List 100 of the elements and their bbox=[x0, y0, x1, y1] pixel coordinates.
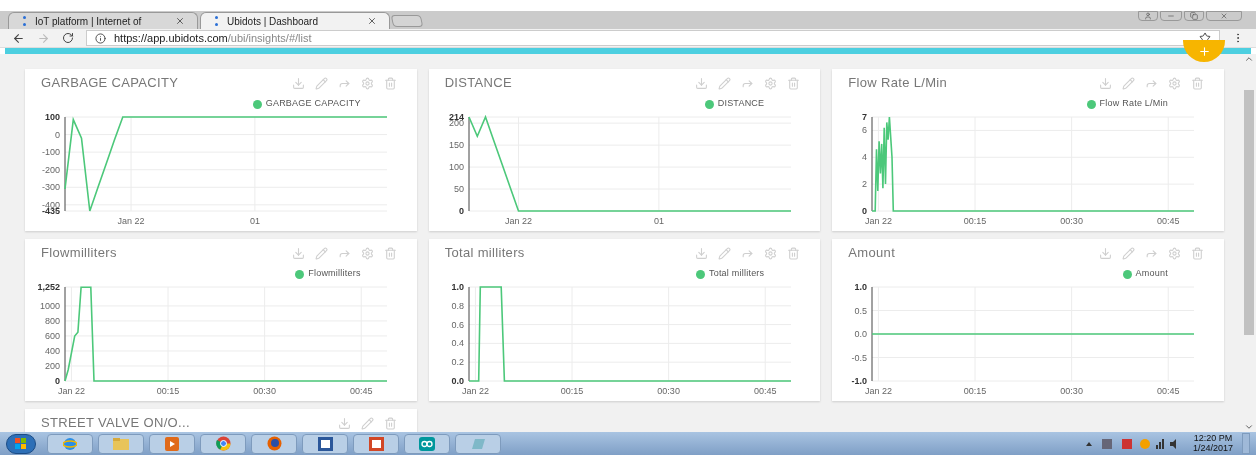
clock-time: 12:20 PM bbox=[1193, 433, 1233, 443]
edit-icon[interactable] bbox=[718, 76, 732, 90]
minimize-button[interactable] bbox=[1160, 11, 1182, 21]
show-desktop-button[interactable] bbox=[1242, 433, 1250, 454]
axis-tick-label: 0.2 bbox=[451, 357, 464, 368]
legend-label: Amount bbox=[1135, 267, 1168, 281]
widget-title: DISTANCE bbox=[444, 74, 513, 93]
scroll-down-icon[interactable] bbox=[1244, 422, 1254, 432]
axis-tick-label: 01 bbox=[653, 216, 664, 226]
axis-tick-label: -1.0 bbox=[851, 376, 868, 386]
delete-icon[interactable] bbox=[383, 416, 397, 430]
delete-icon[interactable] bbox=[787, 76, 801, 90]
settings-icon[interactable] bbox=[1168, 246, 1181, 260]
axis-tick-label: 00:30 bbox=[1060, 386, 1084, 396]
axis-tick-label: 00:45 bbox=[349, 386, 373, 396]
axis-tick-label: 4 bbox=[862, 152, 868, 163]
widget-title: STREET VALVE ON/O... bbox=[41, 414, 190, 432]
widget-title: Total milliters bbox=[444, 244, 525, 263]
restore-icon bbox=[1190, 12, 1198, 20]
delete-icon[interactable] bbox=[1191, 246, 1204, 260]
axis-tick-label: 400 bbox=[44, 345, 60, 356]
axis-tick-label: 00:15 bbox=[156, 386, 180, 396]
close-button[interactable] bbox=[1206, 11, 1242, 21]
delete-icon[interactable] bbox=[383, 76, 397, 90]
favicon bbox=[21, 16, 27, 26]
axis-tick-label: 200 bbox=[44, 361, 60, 371]
browser-taskbar-icon[interactable] bbox=[251, 433, 297, 454]
axis-tick-label: 00:30 bbox=[253, 386, 276, 396]
media-player-icon[interactable] bbox=[149, 433, 195, 454]
axis-tick-label: 800 bbox=[44, 315, 60, 326]
download-icon[interactable] bbox=[695, 76, 709, 90]
axis-tick-label: 0.0 bbox=[451, 376, 464, 386]
favicon bbox=[213, 16, 219, 26]
download-icon[interactable] bbox=[291, 246, 305, 260]
widget-title: Flow Rate L/Min bbox=[848, 74, 948, 93]
axis-tick-label: Jan 22 bbox=[461, 386, 489, 396]
axis-tick-label: 6 bbox=[862, 125, 868, 136]
settings-icon[interactable] bbox=[360, 76, 374, 90]
delete-icon[interactable] bbox=[1191, 76, 1204, 90]
browser-tab[interactable]: IoT platform | Internet of bbox=[8, 12, 198, 29]
back-icon[interactable] bbox=[12, 31, 25, 45]
browser-taskbar-icon[interactable] bbox=[200, 433, 246, 454]
close-icon[interactable] bbox=[175, 16, 185, 26]
axis-tick-label: 1.0 bbox=[451, 282, 464, 292]
restore-button[interactable] bbox=[1184, 11, 1204, 21]
axis-tick-label: 150 bbox=[448, 140, 464, 151]
axis-tick-label: 600 bbox=[44, 330, 60, 341]
download-icon[interactable] bbox=[1099, 246, 1112, 260]
start-button[interactable] bbox=[6, 433, 36, 454]
document-icon[interactable] bbox=[302, 433, 348, 454]
edit-icon[interactable] bbox=[314, 76, 328, 90]
forward-icon[interactable] bbox=[37, 31, 50, 45]
axis-tick-label: 00:15 bbox=[964, 386, 987, 396]
infinity-icon[interactable] bbox=[404, 433, 450, 454]
info-icon bbox=[95, 32, 106, 44]
delete-icon[interactable] bbox=[787, 246, 801, 260]
slides-icon[interactable] bbox=[353, 433, 399, 454]
axis-tick-label: Jan 22 bbox=[117, 216, 145, 226]
widget-title: Amount bbox=[848, 244, 896, 263]
edit-icon[interactable] bbox=[360, 416, 374, 430]
download-icon[interactable] bbox=[695, 246, 709, 260]
edit-icon[interactable] bbox=[718, 246, 732, 260]
axis-tick-label: -0.5 bbox=[851, 352, 868, 363]
new-tab-button[interactable] bbox=[390, 15, 424, 27]
scrollbar[interactable] bbox=[1242, 54, 1256, 432]
delete-icon[interactable] bbox=[383, 246, 397, 260]
edit-icon[interactable] bbox=[1122, 76, 1135, 90]
settings-icon[interactable] bbox=[1168, 76, 1181, 90]
axis-tick-label: 0.0 bbox=[854, 329, 868, 339]
download-icon[interactable] bbox=[337, 416, 351, 430]
browser-taskbar-icon[interactable] bbox=[47, 433, 93, 454]
edit-icon[interactable] bbox=[314, 246, 328, 260]
legend-label: GARBAGE CAPACITY bbox=[265, 97, 361, 111]
settings-icon[interactable] bbox=[764, 76, 778, 90]
axis-tick-label: 00:15 bbox=[560, 386, 583, 396]
profile-button[interactable] bbox=[1138, 11, 1158, 21]
axis-tick-label: -300 bbox=[42, 182, 60, 193]
axis-tick-label: Jan 22 bbox=[504, 216, 532, 226]
windows-logo-icon bbox=[15, 437, 27, 450]
scroll-up-icon[interactable] bbox=[1244, 54, 1254, 64]
widget-title: GARBAGE CAPACITY bbox=[41, 74, 179, 93]
window-icon[interactable] bbox=[455, 433, 501, 454]
axis-tick-label: 0.5 bbox=[854, 305, 868, 316]
edit-icon[interactable] bbox=[1122, 246, 1135, 260]
axis-tick-label: 50 bbox=[453, 184, 464, 195]
download-icon[interactable] bbox=[291, 76, 305, 90]
tab-title: IoT platform | Internet of bbox=[35, 14, 143, 29]
address-field[interactable]: https://app.ubidots.com/ubi/insights/#/list bbox=[86, 30, 1220, 46]
close-icon bbox=[1220, 12, 1228, 20]
folder-icon[interactable] bbox=[98, 433, 144, 454]
download-icon[interactable] bbox=[1099, 76, 1112, 90]
settings-icon[interactable] bbox=[764, 246, 778, 260]
browser-tab[interactable]: Ubidots | Dashboard bbox=[200, 12, 390, 29]
axis-tick-label: 2 bbox=[862, 179, 868, 190]
reload-icon[interactable] bbox=[62, 32, 74, 44]
close-icon[interactable] bbox=[367, 16, 377, 26]
axis-tick-label: -200 bbox=[42, 164, 60, 175]
axis-tick-label: 1000 bbox=[39, 300, 60, 311]
settings-icon[interactable] bbox=[360, 246, 374, 260]
axis-tick-label: 00:15 bbox=[964, 216, 987, 226]
